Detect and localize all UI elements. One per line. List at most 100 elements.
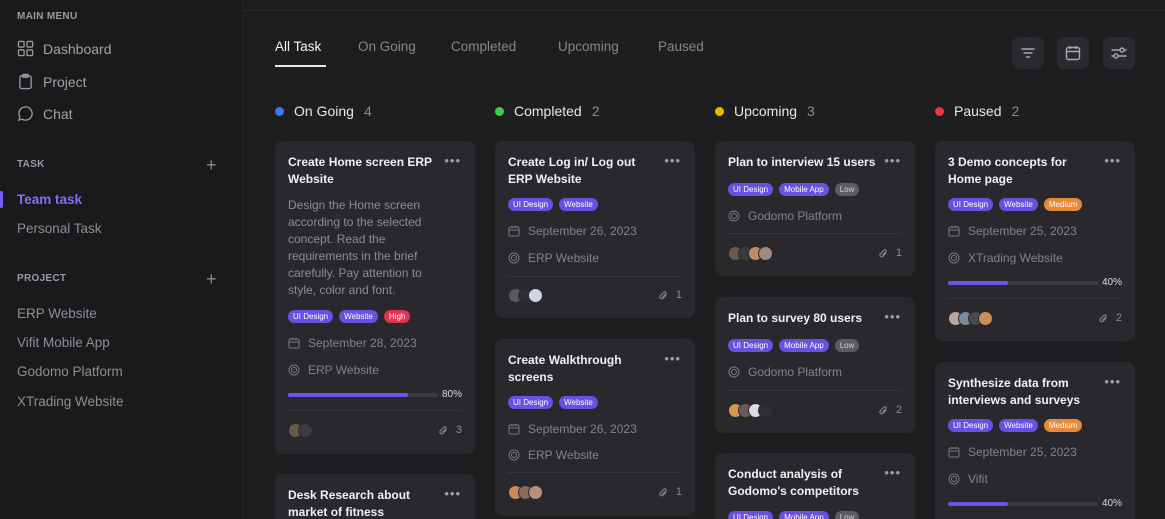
assignee-avatars [508,485,543,500]
add-task-icon[interactable]: + [206,156,217,174]
target-icon [288,364,300,376]
due-date: September 25, 2023 [948,445,1077,459]
project-ref: ERP Website [508,448,599,462]
nav-project[interactable]: Project [17,73,87,90]
card-divider [948,298,1122,299]
tag: Low [834,183,860,196]
more-options-icon[interactable]: ••• [444,153,461,168]
nav-chat[interactable]: Chat [17,105,73,122]
main-board: All Task On Going Completed Upcoming Pau… [244,0,1165,519]
column-header-completed: Completed 2 [495,103,600,119]
active-indicator [0,191,3,208]
card-title: Synthesize data from interviews and surv… [948,376,1081,407]
task-card[interactable]: 3 Demo concepts for Home page ••• UI Des… [935,141,1135,341]
progress-percent: 80% [441,389,462,400]
attachments[interactable]: 1 [658,486,682,498]
calendar-icon [508,226,520,237]
tag-list: UI Design Website High [288,310,411,323]
task-card[interactable]: Create Log in/ Log out ERP Website ••• U… [495,141,695,318]
date-text: September 25, 2023 [968,224,1077,238]
card-divider [728,233,902,234]
progress-bar [288,393,438,397]
task-card[interactable]: Create Walkthrough screens ••• UI Design… [495,339,695,516]
avatar [758,403,773,418]
tag: Mobile App [779,339,829,352]
avatar [298,423,313,438]
card-divider [508,472,682,473]
paperclip-icon [659,290,667,299]
avatar [758,246,773,261]
card-title: 3 Demo concepts for Home page [948,155,1067,186]
tag-list: UI Design Website [508,198,598,211]
nav-dashboard[interactable]: Dashboard [17,40,112,57]
more-options-icon[interactable]: ••• [1104,374,1121,389]
tab-completed[interactable]: Completed [451,39,516,54]
calendar-icon [948,226,960,237]
progress-bar [948,502,1098,506]
more-options-icon[interactable]: ••• [1104,153,1121,168]
task-card[interactable]: Conduct analysis of Godomo's competitors… [715,453,915,519]
clipboard-icon [19,73,32,90]
project-ref: XTrading Website [948,251,1063,265]
settings-button[interactable] [1103,37,1135,69]
more-options-icon[interactable]: ••• [664,153,681,168]
attachments[interactable]: 1 [878,247,902,259]
due-date: September 26, 2023 [508,224,637,238]
task-card[interactable]: Plan to interview 15 users ••• UI Design… [715,141,915,276]
tag: Low [834,511,860,519]
attachment-count: 3 [455,424,462,436]
attachments[interactable]: 3 [438,424,462,436]
project-item-erp[interactable]: ERP Website [17,306,97,321]
tab-paused[interactable]: Paused [658,39,704,54]
task-card[interactable]: Create Home screen ERP Website ••• Desig… [275,141,475,454]
tag: Website [339,310,378,323]
grid-icon [17,40,34,57]
status-dot [715,106,724,116]
card-divider [508,276,682,277]
date-text: September 28, 2023 [308,336,417,350]
add-project-icon[interactable]: + [206,270,217,288]
more-options-icon[interactable]: ••• [444,486,461,501]
task-card[interactable]: Plan to survey 80 users ••• UI Design Mo… [715,297,915,433]
column-header-paused: Paused 2 [935,103,1019,119]
card-title: Create Walkthrough screens [508,353,622,384]
calendar-button[interactable] [1057,37,1089,69]
active-tab-underline [275,65,326,67]
card-description: Design the Home screen according to the … [288,198,422,297]
task-item-team-task[interactable]: Team task [17,192,82,207]
card-title: Conduct analysis of Godomo's competitors [728,467,859,498]
date-text: September 25, 2023 [968,445,1077,459]
nav-label: Project [43,73,87,90]
tag-list: UI Design Mobile App Low [728,511,860,519]
more-options-icon[interactable]: ••• [884,465,901,480]
due-date: September 26, 2023 [508,422,637,436]
more-options-icon[interactable]: ••• [664,351,681,366]
tag: Medium [1043,198,1083,211]
project-item-vifit[interactable]: Vifit Mobile App [17,335,110,350]
tab-on-going[interactable]: On Going [358,39,416,54]
project-ref: Godomo Platform [728,209,842,223]
avatar [528,485,543,500]
tag-list: UI Design Mobile App Low [728,183,860,196]
tab-all-task[interactable]: All Task [275,39,321,54]
task-card[interactable]: Synthesize data from interviews and surv… [935,362,1135,519]
filter-button[interactable] [1012,37,1044,69]
project-item-xtrading[interactable]: XTrading Website [17,394,124,409]
project-item-godomo[interactable]: Godomo Platform [17,364,123,379]
attachments[interactable]: 2 [1098,312,1122,324]
attachments[interactable]: 1 [658,289,682,301]
project-text: Vifit [968,472,988,486]
column-label: On Going [294,103,354,119]
task-item-personal-task[interactable]: Personal Task [17,221,102,236]
attachments[interactable]: 2 [878,404,902,416]
task-card[interactable]: Desk Research about market of fitness ••… [275,474,475,519]
project-text: Godomo Platform [748,209,843,223]
tag-list: UI Design Website [508,396,598,409]
calendar-icon [508,424,520,435]
assignee-avatars [948,311,993,326]
tab-upcoming[interactable]: Upcoming [558,39,619,54]
more-options-icon[interactable]: ••• [884,309,901,324]
target-icon [728,366,740,378]
more-options-icon[interactable]: ••• [884,153,901,168]
card-title: Desk Research about market of fitness [288,488,411,519]
